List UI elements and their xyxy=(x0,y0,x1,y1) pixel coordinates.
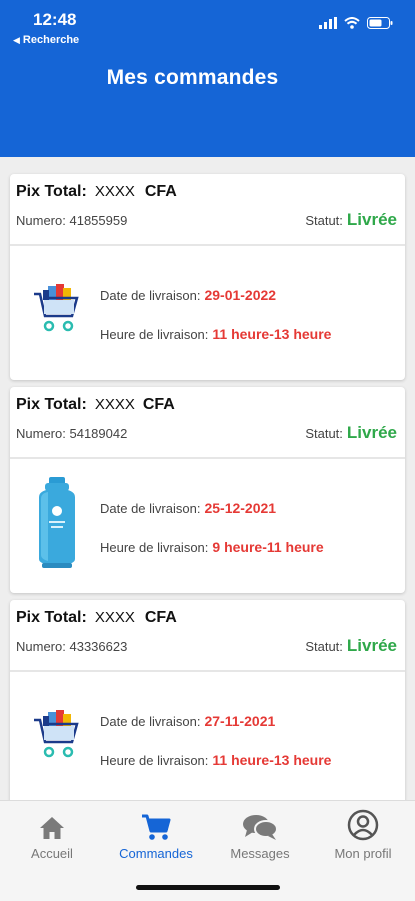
delivery-date: Date de livraison: 27-11-2021 xyxy=(100,713,275,729)
shopping-cart-icon xyxy=(34,284,79,332)
status-badge: Livrée xyxy=(346,636,397,655)
date-label: Date de livraison: xyxy=(100,501,201,516)
cart-icon xyxy=(142,814,171,840)
total-label: Pix Total: xyxy=(16,183,87,200)
time-label: Heure de livraison: xyxy=(100,753,209,768)
numero-label: Numero: xyxy=(16,213,66,228)
back-to-search-link[interactable]: ◀ Recherche xyxy=(13,34,79,46)
order-total: Pix Total: XXXX CFA xyxy=(16,183,177,201)
order-status: Statut: Livrée xyxy=(305,210,397,230)
battery-icon xyxy=(367,17,393,29)
signal-icon xyxy=(319,17,337,29)
statut-label: Statut: xyxy=(305,213,343,228)
total-amount: XXXX xyxy=(94,396,135,413)
delivery-time: Heure de livraison: 11 heure-13 heure xyxy=(100,326,331,342)
back-arrow-icon: ◀ xyxy=(13,35,20,45)
order-card[interactable]: Pix Total: XXXX CFA Numero: 43336623 Statu… xyxy=(10,600,405,800)
date-label: Date de livraison: xyxy=(100,714,201,729)
time-value: 9 heure-11 heure xyxy=(212,539,324,555)
tab-label: Mon profil xyxy=(334,846,392,861)
statut-label: Statut: xyxy=(305,426,343,441)
delivery-date: Date de livraison: 29-01-2022 xyxy=(100,287,276,303)
numero-value: 43336623 xyxy=(69,639,128,654)
tab-accueil[interactable]: Accueil xyxy=(2,809,102,861)
order-total: Pix Total: XXXX CFA xyxy=(16,609,177,627)
date-label: Date de livraison: xyxy=(100,288,201,303)
status-bar-icons xyxy=(319,17,393,29)
shopping-cart-icon xyxy=(34,710,79,758)
tab-label: Messages xyxy=(230,846,290,861)
time-value: 11 heure-13 heure xyxy=(212,752,332,768)
delivery-date: Date de livraison: 25-12-2021 xyxy=(100,500,276,516)
total-currency: CFA xyxy=(142,396,175,413)
total-currency: CFA xyxy=(144,609,177,626)
orders-list[interactable]: Pix Total: XXXX CFA Numero: 41855959 Statu… xyxy=(0,157,415,800)
date-value: 29-01-2022 xyxy=(204,287,277,303)
total-amount: XXXX xyxy=(94,609,135,626)
tab-commandes[interactable]: Commandes xyxy=(106,809,206,861)
status-badge: Livrée xyxy=(346,423,397,442)
numero-label: Numero: xyxy=(16,639,66,654)
home-icon xyxy=(40,817,64,839)
time-value: 11 heure-13 heure xyxy=(212,326,332,342)
time-label: Heure de livraison: xyxy=(100,540,209,555)
chat-icon xyxy=(243,815,278,840)
order-number: Numero: 54189042 xyxy=(16,426,127,441)
numero-value: 54189042 xyxy=(69,426,128,441)
order-status: Statut: Livrée xyxy=(305,423,397,443)
page-title: Mes commandes xyxy=(106,66,279,89)
date-value: 25-12-2021 xyxy=(204,500,277,516)
delivery-time: Heure de livraison: 9 heure-11 heure xyxy=(100,539,324,555)
order-total: Pix Total: XXXX CFA xyxy=(16,396,175,414)
order-card[interactable]: Pix Total: XXXX CFA Numero: 41855959 Statu… xyxy=(10,174,405,380)
tab-label: Accueil xyxy=(31,846,73,861)
total-amount: XXXX xyxy=(94,183,135,200)
home-indicator[interactable] xyxy=(136,885,280,890)
profile-icon xyxy=(347,809,379,841)
status-badge: Livrée xyxy=(346,210,397,229)
order-number: Numero: 43336623 xyxy=(16,639,127,654)
back-link-label: Recherche xyxy=(22,34,80,46)
numero-label: Numero: xyxy=(16,426,66,441)
gas-cylinder-icon xyxy=(39,477,75,568)
tab-mon-profil[interactable]: Mon profil xyxy=(313,809,413,861)
delivery-time: Heure de livraison: 11 heure-13 heure xyxy=(100,752,331,768)
app-header: 12:48 ◀ Recherche Mes commandes xyxy=(0,0,415,157)
numero-value: 41855959 xyxy=(69,213,128,228)
date-value: 27-11-2021 xyxy=(204,713,276,729)
wifi-icon xyxy=(344,17,360,29)
total-currency: CFA xyxy=(144,183,177,200)
order-card[interactable]: Pix Total: XXXX CFA Numero: 54189042 Statu… xyxy=(10,387,405,593)
time-label: Heure de livraison: xyxy=(100,327,209,342)
tab-label: Commandes xyxy=(119,846,193,861)
tab-messages[interactable]: Messages xyxy=(210,809,310,861)
order-number: Numero: 41855959 xyxy=(16,213,127,228)
status-bar-time: 12:48 xyxy=(33,10,77,29)
total-label: Pix Total: xyxy=(16,609,87,626)
statut-label: Statut: xyxy=(305,639,343,654)
order-status: Statut: Livrée xyxy=(305,636,397,656)
total-label: Pix Total: xyxy=(16,396,87,413)
